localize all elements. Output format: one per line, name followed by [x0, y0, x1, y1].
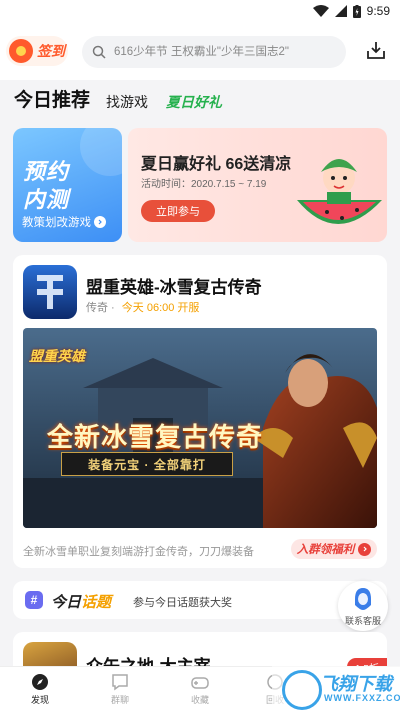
clock: 9:59 [366, 4, 390, 18]
daily-topic-card[interactable]: # 今日话题 参与今日话题获大奖 [13, 581, 387, 619]
watermark-url: WWW.FXXZ.COM [324, 693, 400, 703]
tab-today[interactable]: 今日推荐 [14, 85, 90, 112]
download-icon[interactable] [366, 40, 386, 60]
game-banner[interactable]: 盟重英雄 全新冰雪复古传奇 装备元宝 · 全部靠打 [23, 328, 377, 528]
promo-subtitle: 教策划改游戏 [22, 214, 106, 230]
watermark: 飞翔下载 WWW.FXXZ.COM [272, 666, 400, 711]
featured-game-card[interactable]: 盟重英雄-冰雪复古传奇 传奇 · 今天 06:00 开服 盟重英雄 全新冰雪复古… [13, 255, 387, 568]
banner-tagline: 装备元宝 · 全部靠打 [61, 452, 233, 476]
search-icon [92, 45, 106, 59]
server-open-time: 今天 06:00 开服 [121, 302, 200, 314]
game-platform: 传奇 [86, 302, 108, 314]
status-bar: 9:59 [0, 0, 400, 24]
coin-icon [9, 39, 33, 63]
chevron-right-icon [358, 542, 372, 556]
promo-summer-title: 夏日赢好礼 66送清凉 [141, 156, 292, 173]
hashtag-icon: # [25, 591, 43, 609]
nav-label: 发现 [30, 695, 49, 705]
customer-service-button[interactable]: 联系客服 [338, 581, 388, 631]
join-now-button[interactable]: 立即参与 [141, 200, 215, 222]
nav-label: 群聊 [110, 695, 129, 705]
game-description: 全新冰雪单职业复刻端游打金传奇，刀刀爆装备 [23, 546, 254, 558]
tab-find-game[interactable]: 找游戏 [106, 92, 148, 112]
wifi-icon [312, 5, 329, 17]
compass-icon [32, 674, 48, 690]
promo-subtitle-text: 教策划改游戏 [22, 217, 91, 229]
promo-summer-card[interactable]: 夏日赢好礼 66送清凉 活动时间：2020.7.15 ~ 7.19 立即参与 [128, 128, 387, 242]
topic-title-b: 话题 [81, 594, 112, 611]
tab-bar: 今日推荐 找游戏 夏日好礼 [0, 80, 400, 124]
top-bar: 签到 [0, 24, 400, 80]
signal-icon [334, 5, 347, 17]
banner-headline: 全新冰雪复古传奇 [47, 422, 264, 452]
watermark-logo-icon [282, 670, 322, 710]
tab-summer-gift[interactable]: 夏日好礼 [166, 92, 222, 112]
nav-label: 收藏 [190, 695, 209, 705]
nav-favorites[interactable]: 收藏 [170, 673, 230, 706]
join-group-welfare-button[interactable]: 入群领福利 [291, 539, 377, 559]
watermelon-character-illustration [297, 159, 382, 224]
search-input[interactable] [112, 45, 341, 59]
promo-summer-date: 活动时间：2020.7.15 ~ 7.19 [141, 179, 267, 190]
checkin-label: 签到 [37, 43, 65, 59]
checkin-button[interactable]: 签到 [6, 36, 68, 66]
game-meta: 传奇 · 今天 06:00 开服 [86, 302, 200, 314]
nav-discover[interactable]: 发现 [10, 673, 70, 706]
game-title: 盟重英雄-冰雪复古传奇 [86, 278, 262, 297]
welfare-button-label: 入群领福利 [296, 544, 355, 556]
nav-chat[interactable]: 群聊 [90, 673, 150, 706]
promo-line-2: 内测 [23, 187, 70, 212]
promo-beta-card[interactable]: 预约 内测 教策划改游戏 [13, 128, 122, 242]
banner-logo: 盟重英雄 [29, 348, 85, 364]
customer-service-label: 联系客服 [344, 616, 381, 626]
topic-subtitle: 参与今日话题获大奖 [133, 597, 232, 609]
chevron-right-icon [94, 216, 106, 228]
headset-icon [355, 588, 371, 610]
game-icon [23, 265, 77, 319]
topic-title: 今日话题 [51, 591, 111, 612]
battery-icon [352, 4, 361, 18]
topic-title-a: 今日 [51, 594, 82, 611]
chat-icon [112, 674, 128, 691]
status-icons: 9:59 [312, 4, 390, 18]
decoration [80, 128, 122, 176]
search-box[interactable] [82, 36, 346, 68]
gamepad-icon [191, 677, 209, 689]
